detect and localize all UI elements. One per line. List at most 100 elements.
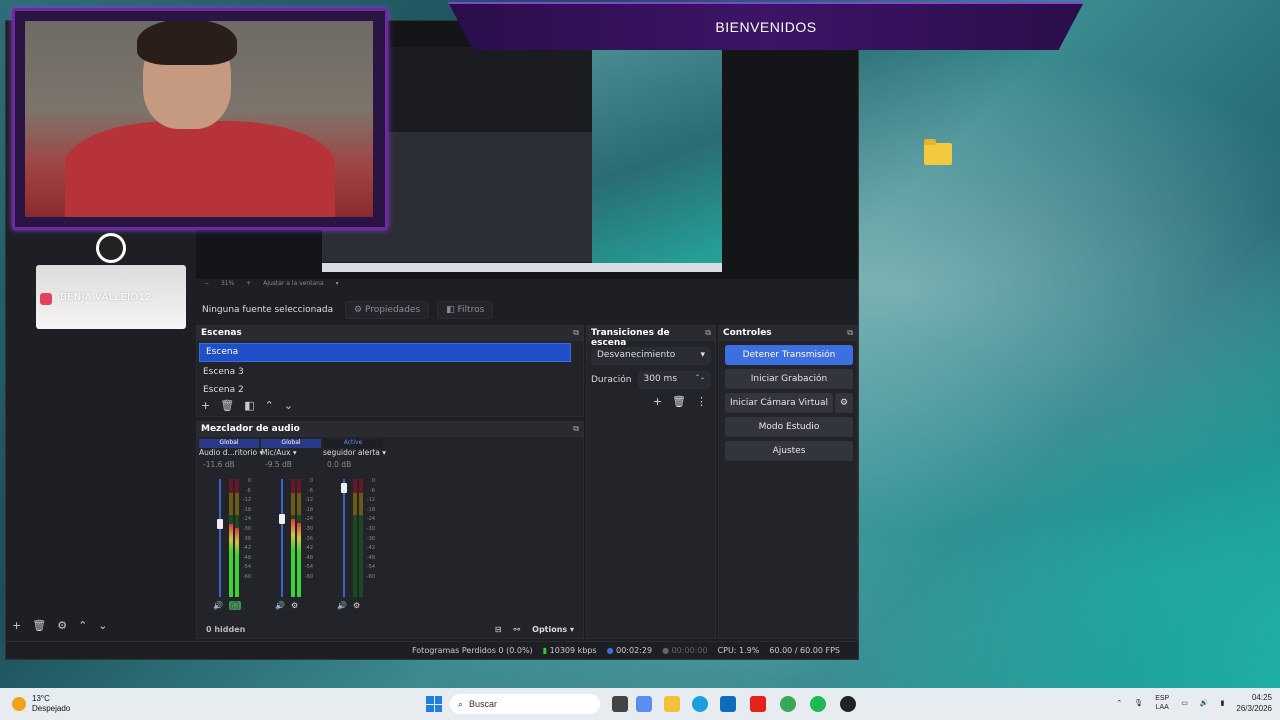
controls-title: Controles [723, 328, 772, 338]
virtual-camera-button[interactable]: Iniciar Cámara Virtual [725, 393, 833, 413]
clock[interactable]: 04:25 26/3/2026 [1236, 692, 1272, 714]
transitions-dock: Transiciones de escena ⧉ Desvanecimiento ▾… [586, 325, 716, 639]
stop-stream-button[interactable]: Detener Transmisión [725, 345, 853, 365]
channel-db: 0.0 dB [327, 460, 352, 469]
channel-tag: Global [199, 439, 259, 448]
zoom-level: 31% [220, 280, 235, 287]
db-scale: 0 -6 -12 -18 -24 -30 -36 -42 -48 -54 -60 [304, 478, 313, 580]
undock-icon[interactable]: ⧉ [847, 328, 853, 339]
scene-item[interactable]: Escena [199, 343, 571, 362]
speaker-icon[interactable]: 🔊 [213, 601, 223, 610]
channel-name[interactable]: Mic/Aux ▾ [261, 448, 321, 460]
folder-icon[interactable] [664, 696, 680, 712]
duration-input[interactable]: 300 ms ⌃⌄ [637, 371, 711, 389]
speaker-icon[interactable]: 🔊 [337, 601, 347, 610]
audio-mixer-dock: Mezclador de audio ⧉ Global Audio d...rito… [196, 421, 584, 639]
edge-icon[interactable] [692, 696, 708, 712]
search-icon: ⌕ [458, 698, 464, 709]
language-indicator[interactable]: ESP LAA [1155, 694, 1169, 712]
chevron-up-icon[interactable]: ⌃ [1116, 699, 1122, 707]
down-arrow-icon[interactable]: ⌄ [98, 619, 107, 632]
options-button[interactable]: Options ▾ [532, 625, 574, 634]
settings-button[interactable]: Ajustes [725, 441, 853, 461]
add-icon[interactable]: + [201, 399, 210, 412]
mixer-title: Mezclador de audio [201, 424, 300, 434]
up-arrow-icon[interactable]: ⌃ [265, 399, 274, 412]
channel-tag: Active [323, 439, 383, 448]
level-meter [291, 479, 295, 597]
link-icon[interactable]: ⚯ [513, 625, 520, 634]
zoom-plus-icon[interactable]: + [246, 280, 251, 287]
chevron-down-icon: ▾ [700, 350, 705, 360]
scene-item[interactable]: Escena 3 [197, 364, 583, 383]
undock-icon[interactable]: ⧉ [573, 424, 579, 435]
battery-icon[interactable]: ▮ [1221, 699, 1225, 707]
transition-select[interactable]: Desvanecimiento ▾ [591, 347, 711, 365]
speaker-icon[interactable]: 🔊 [275, 601, 285, 610]
spotify-icon[interactable] [810, 696, 826, 712]
filter-icon[interactable]: ◧ [244, 399, 254, 412]
headphones-icon[interactable]: 🎧 [228, 601, 241, 610]
channel-settings-icon[interactable]: ⚙ [291, 601, 298, 610]
volume-slider-knob[interactable] [341, 483, 347, 494]
trash-icon[interactable]: 🗑 [32, 619, 46, 632]
mail-icon[interactable] [720, 696, 736, 712]
undock-icon[interactable]: ⧉ [705, 328, 711, 339]
fit-window-label[interactable]: Ajustar a la ventana [263, 280, 324, 287]
down-arrow-icon[interactable]: ⌄ [284, 399, 293, 412]
signal-icon: ▮ [542, 646, 548, 655]
gear-icon[interactable]: ⚙ [57, 619, 67, 632]
volume-slider[interactable] [343, 479, 345, 597]
chevron-down-icon: ▾ [292, 448, 297, 457]
volume-slider[interactable] [219, 479, 221, 597]
channel-settings-icon[interactable]: ⚙ [353, 601, 360, 610]
cpu-usage: CPU: 1.9% [717, 646, 760, 655]
zoom-minus-icon[interactable]: − [204, 280, 209, 287]
layout-icon[interactable]: ⊟ [495, 625, 502, 634]
folder-icon[interactable] [924, 139, 952, 165]
channel-name[interactable]: Audio d...ritorio ▾ [199, 448, 263, 460]
scene-item[interactable]: Escena 2 [197, 383, 583, 393]
up-arrow-icon[interactable]: ⌃ [78, 619, 87, 632]
add-icon[interactable]: + [12, 619, 21, 632]
bitrate: ▮ 10309 kbps [542, 646, 597, 655]
file-explorer-icon[interactable] [612, 696, 628, 712]
chrome-icon[interactable] [780, 696, 796, 712]
obs-icon[interactable] [840, 696, 856, 712]
youtube-icon[interactable] [750, 696, 766, 712]
microphone-icon[interactable]: 🎙 [1134, 699, 1143, 707]
filters-button[interactable]: ◧ Filtros [437, 301, 494, 319]
dropped-frames: Fotogramas Perdidos 0 (0.0%) [411, 646, 533, 655]
chevron-down-icon[interactable]: ▾ [336, 280, 339, 287]
studio-mode-button[interactable]: Modo Estudio [725, 417, 853, 437]
no-source-label: Ninguna fuente seleccionada [202, 305, 334, 315]
volume-slider[interactable] [281, 479, 283, 597]
windows-start-icon[interactable] [426, 696, 442, 712]
system-tray: ⌃ 🎙 ESP LAA ▭ 🔊 ▮ 04:25 26/3/2026 [1116, 692, 1272, 714]
add-icon[interactable]: + [653, 395, 662, 408]
spin-icon[interactable]: ⌃⌄ [695, 374, 705, 386]
trash-icon[interactable]: 🗑 [220, 399, 234, 412]
mixer-channels: Global Audio d...ritorio ▾ -11.6 dB 0 -6 -12-… [199, 439, 585, 619]
speaker-icon[interactable]: 🔊 [1200, 699, 1209, 707]
social-handle: BENJA.VALLEJO12 [60, 292, 152, 303]
volume-slider-knob[interactable] [217, 518, 223, 529]
preview-zoom-bar: − 31% + Ajustar a la ventana ▾ [196, 279, 858, 291]
channel-name[interactable]: seguidor alerta ▾ [323, 448, 386, 460]
status-bar: Fotogramas Perdidos 0 (0.0%) ▮ 10309 kbp… [6, 641, 858, 659]
taskbar-search[interactable]: ⌕ Buscar [450, 694, 600, 714]
banner-title: BIENVENIDOS [715, 19, 817, 35]
properties-button[interactable]: ⚙ Propiedades [345, 301, 430, 319]
level-meter-fill [229, 523, 233, 597]
instagram-icon [40, 293, 52, 305]
trash-icon[interactable]: 🗑 [672, 395, 686, 408]
network-icon[interactable]: ▭ [1181, 699, 1188, 707]
start-recording-button[interactable]: Iniciar Grabación [725, 369, 853, 389]
weather-widget[interactable]: 13°C Despejado [12, 694, 70, 714]
volume-slider-knob[interactable] [279, 514, 285, 525]
more-vertical-icon[interactable]: ⋮ [696, 395, 707, 408]
level-meter [229, 479, 233, 597]
gear-icon[interactable]: ⚙ [835, 393, 853, 413]
store-icon[interactable] [636, 696, 652, 712]
undock-icon[interactable]: ⧉ [573, 328, 579, 339]
